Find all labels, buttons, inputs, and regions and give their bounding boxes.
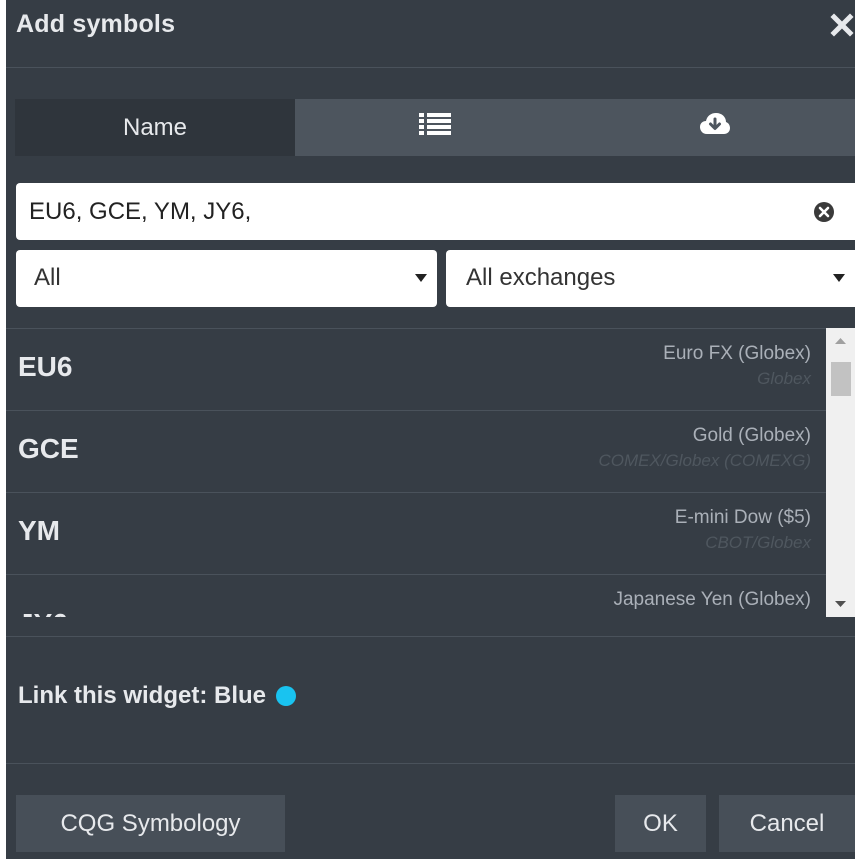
tab-name-label: Name (122, 113, 188, 141)
clear-search-icon[interactable] (813, 201, 835, 223)
exchange-filter-value: All exchanges (466, 264, 616, 291)
symbol-description: Euro FX (Globex) (663, 343, 811, 364)
footer-divider (6, 763, 855, 764)
dialog-title: Add symbols (16, 10, 176, 38)
add-symbols-dialog: Add symbols Name EU6, GCE, YM, JY6, All … (6, 0, 855, 859)
scroll-down-arrow-icon[interactable] (826, 593, 855, 617)
cqg-symbology-button[interactable]: CQG Symbology (16, 795, 285, 852)
link-widget-row: Link this widget: Blue (18, 682, 297, 710)
list-icon (419, 113, 451, 142)
symbol-description: E-mini Dow ($5) (674, 507, 811, 528)
symbol-exchange: Globex (757, 369, 811, 388)
title-bar: Add symbols (6, 0, 855, 66)
tab-list[interactable] (295, 99, 575, 156)
symbol-search-input[interactable] (16, 183, 796, 240)
symbol-description: Japanese Yen (Globex) (613, 589, 811, 610)
symbol-exchange: CBOT/Globex (705, 533, 811, 552)
type-filter-select[interactable]: All (16, 250, 437, 307)
chevron-down-icon (832, 271, 846, 285)
exchange-filter-select[interactable]: All exchanges (446, 250, 855, 307)
scroll-up-arrow-icon[interactable] (826, 328, 855, 352)
symbol-code: JY6 (18, 608, 68, 617)
ok-button[interactable]: OK (615, 795, 706, 852)
list-item[interactable]: GCE Gold (Globex) COMEX/Globex (COMEXG) (6, 410, 826, 493)
tab-name[interactable]: Name (15, 99, 295, 156)
list-item[interactable]: EU6 Euro FX (Globex) Globex (6, 328, 826, 411)
symbol-code: GCE (18, 433, 79, 464)
symbol-exchange: COMEX/Globex (COMEXG) (598, 451, 811, 470)
results-divider (6, 636, 855, 637)
close-icon[interactable] (829, 8, 855, 38)
link-color-dot[interactable] (276, 686, 297, 706)
title-divider (6, 67, 855, 68)
cancel-button[interactable]: Cancel (719, 795, 855, 852)
symbol-code: EU6 (18, 351, 73, 382)
chevron-down-icon (414, 271, 428, 285)
search-mode-tabs: Name (15, 99, 855, 156)
results-scrollbar[interactable] (826, 328, 855, 617)
link-widget-label: Link this widget: Blue (18, 682, 267, 709)
symbol-search-box (16, 183, 855, 240)
scroll-thumb[interactable] (831, 362, 851, 396)
tab-cloud[interactable] (575, 99, 855, 156)
symbol-description: Gold (Globex) (692, 425, 811, 446)
list-item[interactable]: JY6 Japanese Yen (Globex) (6, 574, 826, 617)
symbol-code: YM (18, 515, 60, 546)
type-filter-value: All (34, 264, 61, 291)
list-item[interactable]: YM E-mini Dow ($5) CBOT/Globex (6, 492, 826, 575)
symbol-results-list: EU6 Euro FX (Globex) Globex GCE Gold (Gl… (6, 328, 826, 617)
cloud-download-icon (699, 112, 731, 143)
